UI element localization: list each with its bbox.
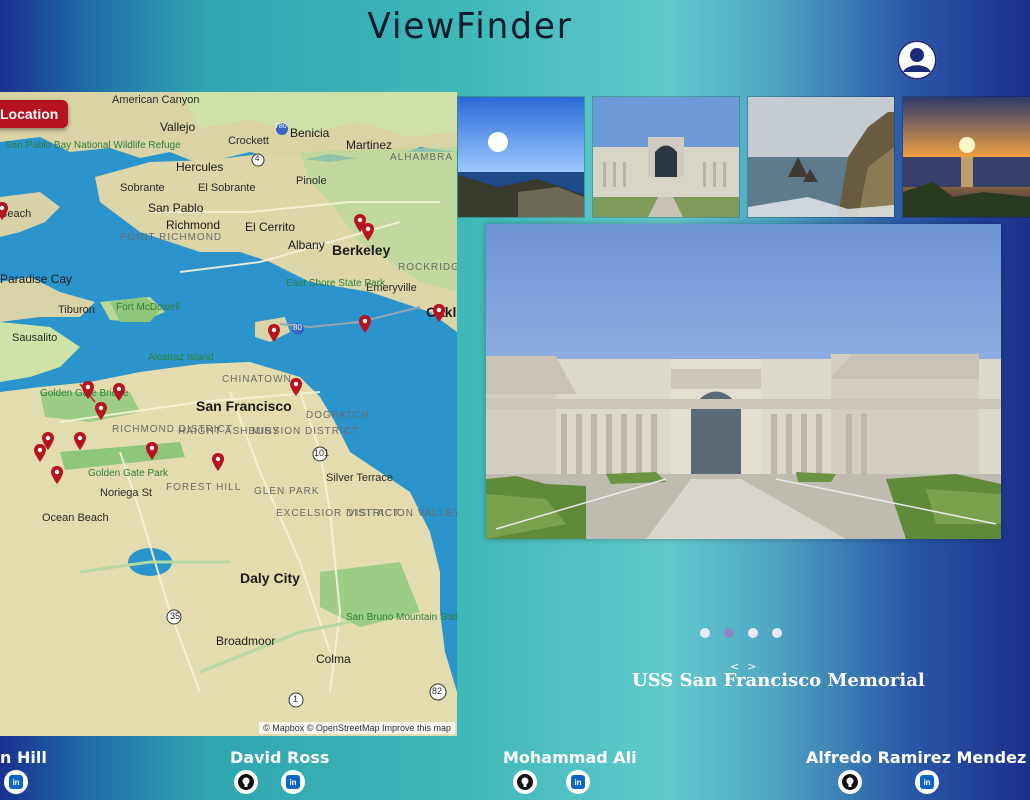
carousel-dot[interactable]	[772, 628, 782, 638]
map-pin-icon[interactable]	[113, 383, 125, 401]
linkedin-icon[interactable]: in	[915, 770, 939, 794]
route-1-shield: 1	[293, 694, 299, 704]
carousel-dot-active[interactable]	[724, 628, 734, 638]
map-label-visitacion: VISITACION VALLEY	[348, 508, 457, 519]
map-label-silver-terrace: Silver Terrace	[326, 472, 394, 484]
linkedin-icon[interactable]: in	[4, 770, 28, 794]
map-label-benicia: Benicia	[290, 126, 330, 140]
map-pin-icon[interactable]	[0, 202, 8, 220]
map-label-san-pablo: San Pablo	[148, 201, 204, 215]
map-pin-icon[interactable]	[359, 315, 371, 333]
route-80-shield: 80	[293, 323, 302, 332]
map-pin-icon[interactable]	[82, 381, 94, 399]
carousel-dot[interactable]	[700, 628, 710, 638]
map-pin-icon[interactable]	[34, 444, 46, 462]
map-pin-icon[interactable]	[95, 402, 107, 420]
map-label-san-francisco: San Francisco	[196, 398, 292, 414]
map-label-vallejo: Vallejo	[160, 120, 196, 134]
github-icon[interactable]	[234, 770, 258, 794]
route-82-shield: 82	[432, 686, 443, 696]
map-label-chinatown: CHINATOWN	[222, 374, 292, 385]
member-name: Alfredo Ramirez Mendez	[806, 748, 1027, 767]
map-pin-icon[interactable]	[51, 466, 63, 484]
map-label-fort-mcdowell: Fort McDowell	[116, 302, 180, 313]
app-title: ViewFinder	[367, 6, 573, 47]
map-label-san-pablo-bay: San Pablo Bay National Wildlife Refuge	[5, 140, 181, 151]
map-label-hercules: Hercules	[176, 160, 224, 174]
map-label-alhambra: ALHAMBRA VALLEY	[390, 152, 457, 163]
map[interactable]: American Canyon Vallejo Benicia Martinez…	[0, 92, 457, 736]
map-label-martinez: Martinez	[346, 138, 393, 152]
map-label-colma: Colma	[316, 652, 351, 666]
map-label-broadmoor: Broadmoor	[216, 634, 276, 648]
map-label-rockridge: ROCKRIDGE	[398, 262, 457, 273]
linkedin-icon[interactable]: in	[566, 770, 590, 794]
map-attribution[interactable]: © Mapbox © OpenStreetMap Improve this ma…	[259, 722, 455, 734]
map-pin-icon[interactable]	[146, 442, 158, 460]
route-4-shield: 4	[255, 154, 260, 163]
map-pin-icon[interactable]	[362, 223, 374, 241]
footer: n Hill in David Ross in Mohammad Ali in …	[0, 736, 1030, 800]
map-label-berkeley: Berkeley	[332, 242, 391, 258]
map-label-el-cerrito: El Cerrito	[245, 220, 296, 234]
carousel-dots	[700, 628, 782, 638]
member-name: Mohammad Ali	[503, 748, 637, 767]
map-label-alcatraz: Alcatraz Island	[148, 352, 214, 363]
user-circle-icon[interactable]	[897, 40, 937, 80]
map-label-albany: Albany	[288, 238, 325, 252]
route-101-shield: 101	[314, 448, 330, 458]
carousel-dot[interactable]	[748, 628, 758, 638]
map-label-dogpatch: DOGPATCH	[306, 410, 370, 421]
map-label-mission: MISSION DISTRICT	[252, 426, 360, 437]
map-label-daly-city: Daly City	[240, 570, 300, 586]
map-pin-icon[interactable]	[212, 453, 224, 471]
map-label-richmond: Richmond	[166, 218, 221, 232]
map-label-golden-gate-park: Golden Gate Park	[88, 468, 169, 479]
route-35-shield: 35	[170, 611, 181, 621]
member-name: n Hill	[0, 748, 47, 767]
photo-caption: USS San Francisco Memorial	[632, 670, 925, 691]
map-label-ocean-beach: Ocean Beach	[42, 512, 109, 524]
map-pin-icon[interactable]	[433, 304, 445, 322]
route-780-shield: 780	[275, 123, 287, 130]
thumbnail-2[interactable]	[592, 96, 740, 218]
map-label-sausalito: Sausalito	[12, 332, 58, 344]
map-label-glen-park: GLEN PARK	[254, 486, 320, 497]
map-label-paradise-cay: Paradise Cay	[0, 272, 73, 286]
header: ViewFinder	[0, 0, 1030, 92]
member-name: David Ross	[230, 748, 330, 767]
map-label-point-richmond: POINT RICHMOND	[120, 232, 223, 243]
map-label-forest-hill: FOREST HILL	[166, 482, 242, 493]
thumbnail-3[interactable]	[747, 96, 895, 218]
github-icon[interactable]	[838, 770, 862, 794]
linkedin-icon[interactable]: in	[281, 770, 305, 794]
map-label-san-bruno: San Bruno Mountain State and County Park	[346, 612, 457, 623]
map-label-noriega: Noriega St	[100, 487, 152, 499]
map-label-el-sobrante: El Sobrante	[198, 182, 256, 194]
map-pin-icon[interactable]	[74, 432, 86, 450]
location-button[interactable]: Location	[0, 100, 69, 128]
map-label-crockett: Crockett	[228, 135, 269, 147]
thumbnail-1[interactable]	[457, 96, 585, 218]
map-pin-icon[interactable]	[290, 378, 302, 396]
map-label-sobrante: Sobrante	[120, 182, 165, 194]
github-icon[interactable]	[513, 770, 537, 794]
main-photo[interactable]	[486, 224, 1001, 539]
map-label-east-shore: East Shore State Park	[286, 278, 385, 289]
thumbnail-4[interactable]	[902, 96, 1030, 218]
map-label-american-canyon: American Canyon	[112, 94, 200, 106]
map-pin-icon[interactable]	[268, 324, 280, 342]
map-label-pinole: Pinole	[296, 175, 327, 187]
map-label-tiburon: Tiburon	[58, 304, 95, 316]
